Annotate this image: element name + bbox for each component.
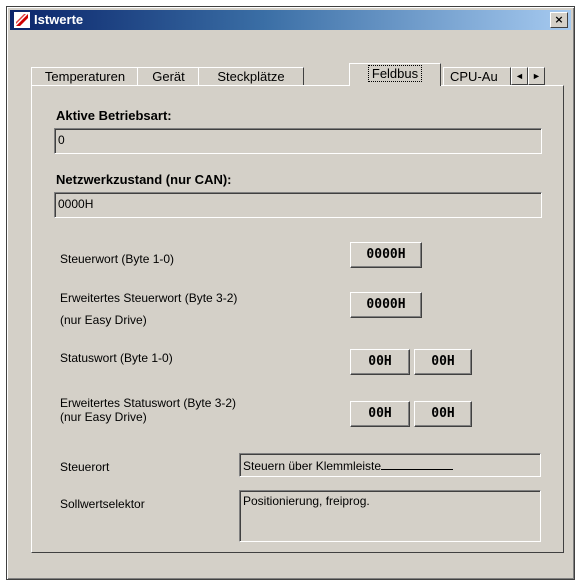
window-title: Istwerte	[34, 12, 84, 27]
istwerte-dialog: Istwerte × Temperaturen Gerät Steckplätz…	[6, 6, 575, 580]
steuerort-underline	[381, 456, 454, 470]
steuerort-label: Steuerort	[60, 460, 110, 474]
tab-temperaturen[interactable]: Temperaturen	[31, 67, 139, 86]
tab-scroll-left-button[interactable]: ◄	[511, 67, 528, 85]
tab-geraet[interactable]: Gerät	[137, 67, 200, 86]
steuerwort-label: Steuerwort (Byte 1-0)	[60, 252, 175, 266]
statuswort-byte1: 00H	[350, 349, 410, 375]
app-icon	[14, 12, 30, 28]
betriebsart-label: Aktive Betriebsart:	[56, 108, 172, 123]
statuswort-label: Statuswort (Byte 1-0)	[60, 351, 173, 365]
steuerwort-value: 0000H	[350, 242, 422, 268]
erw-steuerwort-note: (nur Easy Drive)	[60, 313, 147, 327]
feldbus-panel: Aktive Betriebsart: 0 Netzwerkzustand (n…	[31, 85, 564, 553]
close-button[interactable]: ×	[550, 12, 568, 28]
netzwerk-label: Netzwerkzustand (nur CAN):	[56, 172, 232, 187]
betriebsart-field: 0	[54, 128, 542, 154]
erw-steuerwort-value: 0000H	[350, 292, 422, 318]
tab-scroll-right-button[interactable]: ►	[528, 67, 545, 85]
statuswort-byte0: 00H	[414, 349, 472, 375]
title-bar[interactable]: Istwerte ×	[10, 10, 571, 30]
erw-statuswort-note: (nur Easy Drive)	[60, 410, 147, 424]
steuerort-value: Steuern über Klemmleiste	[243, 459, 382, 473]
tab-feldbus[interactable]: Feldbus	[349, 63, 441, 86]
tab-steckplaetze[interactable]: Steckplätze	[198, 67, 304, 86]
sollwert-field: Positionierung, freiprog.	[239, 490, 541, 542]
sollwert-label: Sollwertselektor	[60, 497, 145, 511]
netzwerk-field: 0000H	[54, 192, 542, 218]
erw-statuswort-byte2: 00H	[414, 401, 472, 427]
erw-steuerwort-label: Erweitertes Steuerwort (Byte 3-2)	[60, 291, 238, 305]
tab-feldbus-label: Feldbus	[367, 65, 423, 82]
steuerort-field: Steuern über Klemmleiste	[239, 453, 541, 477]
tab-cpu[interactable]: CPU-Au	[443, 67, 511, 86]
erw-statuswort-byte3: 00H	[350, 401, 410, 427]
